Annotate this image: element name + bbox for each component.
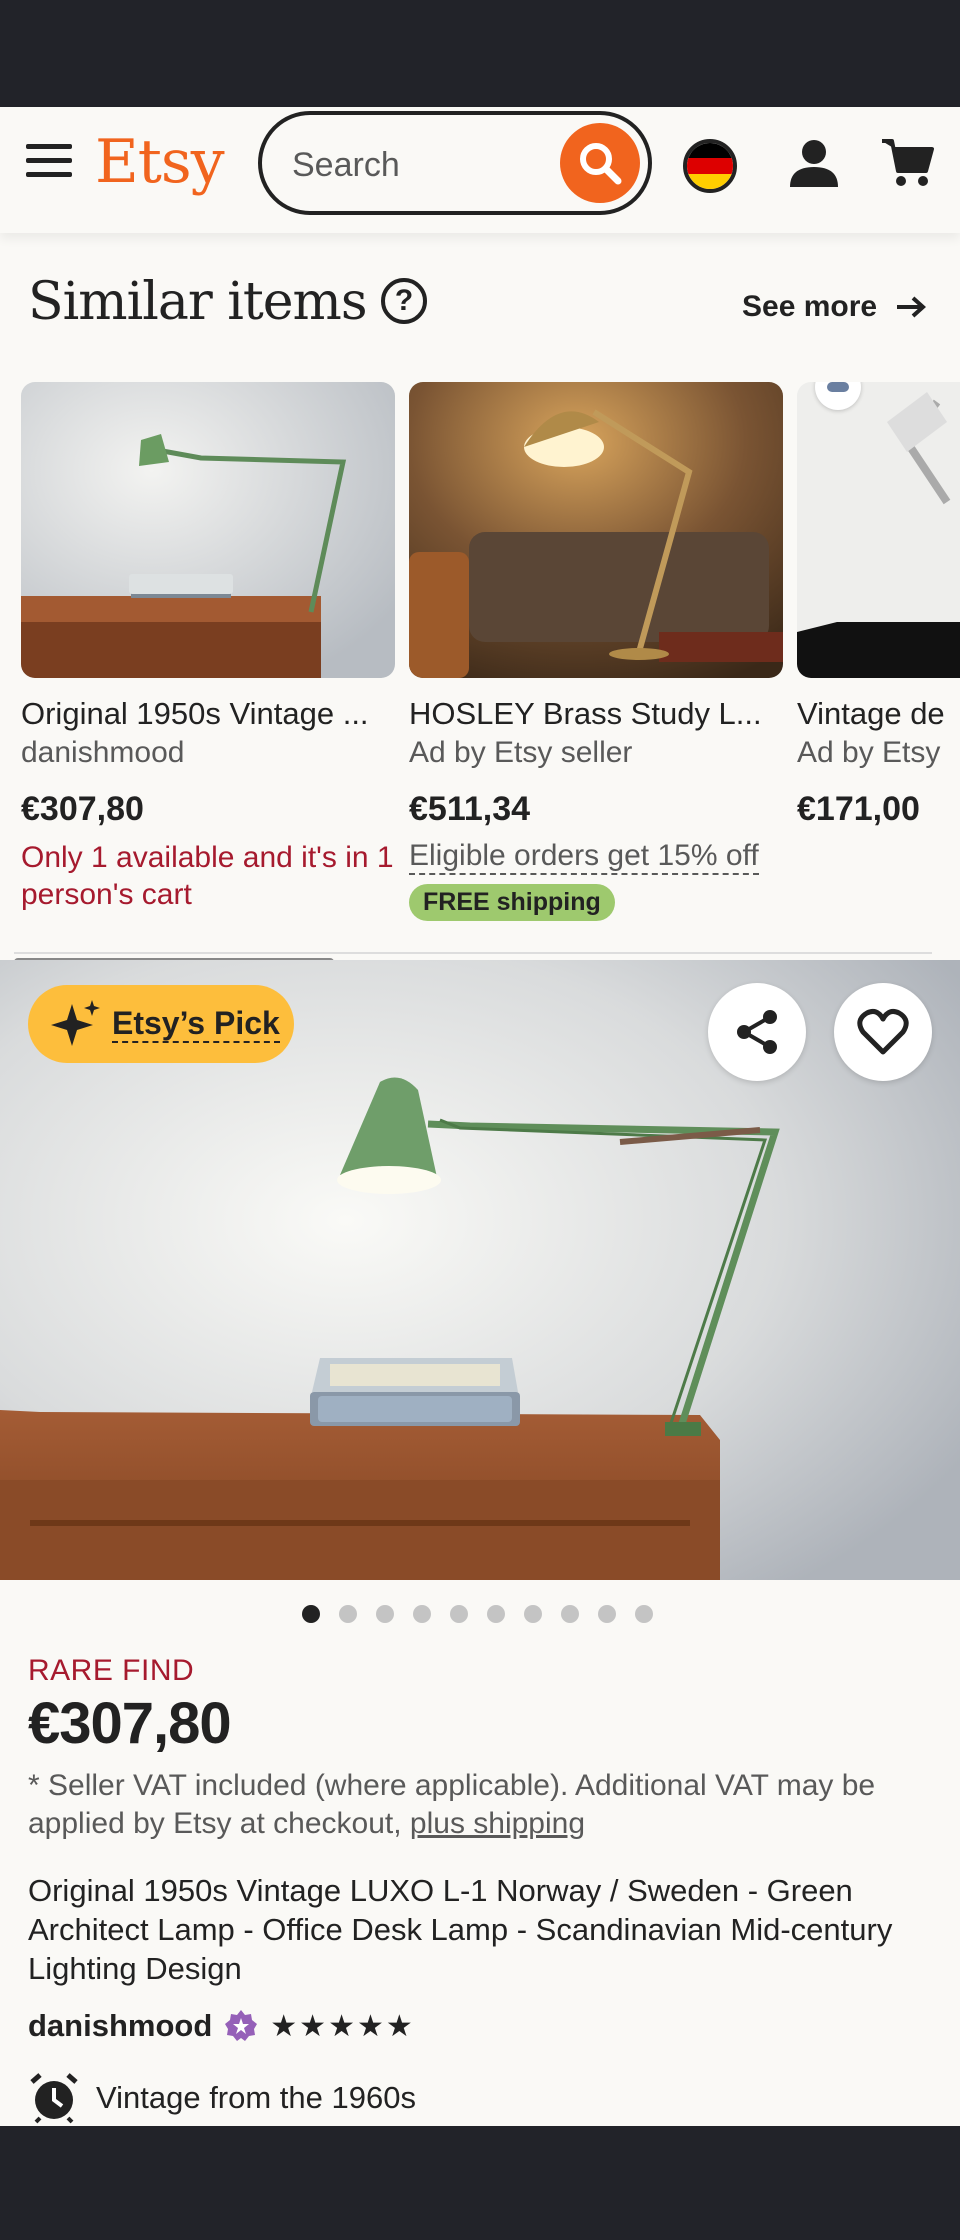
pagination-dot[interactable] bbox=[598, 1605, 616, 1623]
item-price: €511,34 bbox=[409, 790, 531, 828]
similar-item-card[interactable]: Vintage de Ad by Etsy €171,00 bbox=[797, 382, 960, 829]
search-button[interactable] bbox=[560, 123, 640, 203]
product-image[interactable] bbox=[21, 382, 395, 678]
pagination-dot[interactable] bbox=[524, 1605, 542, 1623]
product-image[interactable] bbox=[797, 382, 960, 678]
site-header: Etsy bbox=[0, 107, 960, 233]
badge-icon bbox=[827, 382, 849, 392]
help-icon[interactable]: ? bbox=[381, 278, 427, 324]
star-seller-icon bbox=[225, 2010, 258, 2041]
search-input[interactable] bbox=[292, 145, 552, 185]
seller-row: danishmood ★★★★★ bbox=[28, 2008, 415, 2044]
pagination-dot[interactable] bbox=[635, 1605, 653, 1623]
share-icon bbox=[737, 1010, 777, 1054]
sparkle-icon bbox=[51, 1000, 100, 1046]
vintage-info: Vintage from the 1960s bbox=[28, 2072, 416, 2124]
search-icon bbox=[580, 143, 622, 185]
carousel-scroll-track bbox=[14, 952, 932, 954]
shipping-link[interactable]: plus shipping bbox=[410, 1807, 585, 1840]
pagination-dot[interactable] bbox=[487, 1605, 505, 1623]
promo-text[interactable]: Eligible orders get 15% off bbox=[409, 839, 759, 875]
item-seller: danishmood bbox=[21, 736, 185, 769]
germany-flag-icon[interactable] bbox=[683, 139, 737, 193]
rare-find-label: RARE FIND bbox=[28, 1654, 195, 1687]
product-image[interactable] bbox=[409, 382, 783, 678]
free-shipping-badge: FREE shipping bbox=[409, 884, 615, 921]
vat-note: * Seller VAT included (where applicable)… bbox=[28, 1767, 928, 1843]
item-title[interactable]: Vintage de bbox=[797, 696, 960, 732]
status-bar bbox=[0, 0, 960, 107]
see-more-link[interactable]: See more bbox=[742, 290, 927, 324]
item-price: €171,00 bbox=[797, 790, 920, 828]
pagination-dot[interactable] bbox=[302, 1605, 320, 1623]
see-more-label: See more bbox=[742, 290, 878, 323]
favorite-button[interactable] bbox=[834, 983, 932, 1081]
listing-price: €307,80 bbox=[28, 1691, 232, 1756]
pagination-dot[interactable] bbox=[413, 1605, 431, 1623]
navigation-bar bbox=[0, 2126, 960, 2240]
pagination-dot[interactable] bbox=[339, 1605, 357, 1623]
etsys-pick-badge[interactable]: Etsy’s Pick bbox=[28, 985, 294, 1063]
alarm-clock-icon bbox=[30, 2073, 78, 2124]
cart-icon[interactable] bbox=[880, 135, 936, 191]
etsys-pick-label: Etsy’s Pick bbox=[112, 1005, 280, 1043]
similar-items-title: Similar items bbox=[28, 272, 368, 332]
pagination-dot[interactable] bbox=[561, 1605, 579, 1623]
item-title[interactable]: HOSLEY Brass Study L... bbox=[409, 696, 783, 732]
pagination-dot[interactable] bbox=[450, 1605, 468, 1623]
search-bar[interactable] bbox=[258, 111, 652, 215]
item-seller: Ad by Etsy bbox=[797, 736, 941, 769]
item-seller: Ad by Etsy seller bbox=[409, 736, 633, 769]
item-price: €307,80 bbox=[21, 790, 144, 828]
rating-stars[interactable]: ★★★★★ bbox=[270, 2009, 414, 2044]
heart-icon bbox=[857, 1009, 909, 1055]
image-pagination bbox=[302, 1605, 653, 1623]
share-button[interactable] bbox=[708, 983, 806, 1081]
menu-icon[interactable] bbox=[26, 144, 74, 184]
etsy-logo[interactable]: Etsy bbox=[95, 127, 225, 197]
arrow-right-icon bbox=[897, 296, 927, 318]
pagination-dot[interactable] bbox=[376, 1605, 394, 1623]
item-title[interactable]: Original 1950s Vintage ... bbox=[21, 696, 395, 732]
similar-item-card[interactable]: Original 1950s Vintage ... danishmood €3… bbox=[21, 382, 395, 913]
stock-note: Only 1 available and it's in 1 person's … bbox=[21, 841, 394, 911]
similar-item-card[interactable]: HOSLEY Brass Study L... Ad by Etsy selle… bbox=[409, 382, 783, 921]
similar-item-clip: Vintage de Ad by Etsy €171,00 bbox=[797, 382, 960, 942]
listing-title: Original 1950s Vintage LUXO L-1 Norway /… bbox=[28, 1873, 893, 1986]
user-icon[interactable] bbox=[786, 135, 842, 191]
vintage-label: Vintage from the 1960s bbox=[96, 2080, 416, 2115]
seller-name[interactable]: danishmood bbox=[28, 2008, 212, 2044]
